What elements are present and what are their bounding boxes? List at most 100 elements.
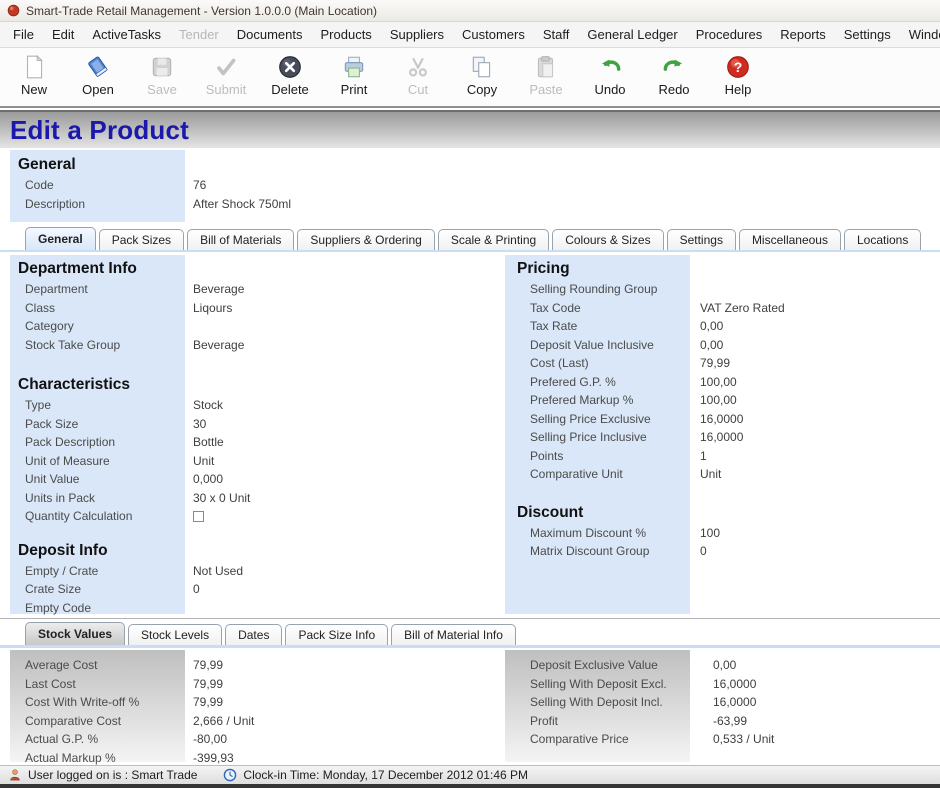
tax-rate-field[interactable]: 0,00 [700, 319, 723, 333]
department-field[interactable]: Beverage [193, 282, 244, 296]
tab-general[interactable]: General [25, 227, 96, 250]
toolbar-button-label: Save [147, 82, 177, 97]
stock-values-content: Average Cost 79,99 Last Cost 79,99 Cost … [0, 648, 940, 764]
print-button[interactable]: Print [322, 48, 386, 106]
tab-settings[interactable]: Settings [667, 229, 736, 250]
row-cost-last: Cost (Last) 79,99 [505, 354, 940, 373]
class-field[interactable]: Liqours [193, 301, 232, 315]
pack-size-field[interactable]: 30 [193, 417, 206, 431]
general-tab-content: Department Info Department Beverage Clas… [0, 252, 940, 618]
tab-locations[interactable]: Locations [844, 229, 921, 250]
clock-icon [223, 768, 237, 782]
tab-stock-levels[interactable]: Stock Levels [128, 624, 222, 645]
main-tab-bar: General Pack Sizes Bill of Materials Sup… [0, 227, 940, 250]
help-button[interactable]: ? Help [706, 48, 770, 106]
menu-products[interactable]: Products [312, 22, 381, 47]
tab-stock-values[interactable]: Stock Values [25, 622, 125, 645]
menu-customers[interactable]: Customers [453, 22, 534, 47]
general-heading: General [0, 154, 940, 176]
field-label: Type [25, 398, 193, 412]
menu-suppliers[interactable]: Suppliers [381, 22, 453, 47]
empty-crate-field[interactable]: Not Used [193, 564, 243, 578]
tab-suppliers-ordering[interactable]: Suppliers & Ordering [297, 229, 434, 250]
menu-reports[interactable]: Reports [771, 22, 835, 47]
menu-edit[interactable]: Edit [43, 22, 83, 47]
row-tax-code: Tax Code VAT Zero Rated [505, 299, 940, 318]
deposit-exclusive-value: 0,00 [713, 658, 736, 672]
field-label: Average Cost [25, 658, 193, 672]
comparative-unit-field[interactable]: Unit [700, 467, 721, 481]
comparative-cost-value: 2,666 / Unit [193, 714, 254, 728]
field-label: Deposit Value Inclusive [530, 338, 700, 352]
open-button[interactable]: Open [66, 48, 130, 106]
menu-bar: File Edit ActiveTasks Tender Documents P… [0, 22, 940, 48]
code-field[interactable]: 76 [193, 178, 206, 192]
menu-general-ledger[interactable]: General Ledger [578, 22, 686, 47]
selling-with-deposit-excl-value: 16,0000 [713, 677, 756, 691]
menu-file[interactable]: File [4, 22, 43, 47]
selling-price-exclusive-field[interactable]: 16,0000 [700, 412, 743, 426]
selling-price-inclusive-field[interactable]: 16,0000 [700, 430, 743, 444]
copy-button[interactable]: Copy [450, 48, 514, 106]
redo-button[interactable]: Redo [642, 48, 706, 106]
tab-pack-sizes[interactable]: Pack Sizes [99, 229, 184, 250]
row-comparative-unit: Comparative Unit Unit [505, 465, 940, 484]
field-label: Prefered G.P. % [530, 375, 700, 389]
row-units-in-pack: Units in Pack 30 x 0 Unit [0, 489, 500, 508]
tab-dates[interactable]: Dates [225, 624, 282, 645]
crate-size-field[interactable]: 0 [193, 582, 200, 596]
menu-staff[interactable]: Staff [534, 22, 579, 47]
field-label: Pack Size [25, 417, 193, 431]
deposit-value-inclusive-field[interactable]: 0,00 [700, 338, 723, 352]
menu-activetasks[interactable]: ActiveTasks [83, 22, 170, 47]
maximum-discount-field[interactable]: 100 [700, 526, 720, 540]
tab-scale-printing[interactable]: Scale & Printing [438, 229, 549, 250]
bottom-tab-bar: Stock Values Stock Levels Dates Pack Siz… [0, 618, 940, 645]
cost-last-field[interactable]: 79,99 [700, 356, 730, 370]
new-button[interactable]: New [2, 48, 66, 106]
tab-bill-of-material-info[interactable]: Bill of Material Info [391, 624, 516, 645]
stock-take-group-field[interactable]: Beverage [193, 338, 244, 352]
row-selling-price-inclusive: Selling Price Inclusive 16,0000 [505, 428, 940, 447]
field-label: Code [25, 178, 193, 192]
menu-documents[interactable]: Documents [228, 22, 312, 47]
units-in-pack-field[interactable]: 30 x 0 Unit [193, 491, 250, 505]
delete-button[interactable]: Delete [258, 48, 322, 106]
field-label: Cost (Last) [530, 356, 700, 370]
field-label: Tax Code [530, 301, 700, 315]
type-field[interactable]: Stock [193, 398, 223, 412]
row-average-cost: Average Cost 79,99 [0, 656, 500, 675]
tab-bill-of-materials[interactable]: Bill of Materials [187, 229, 294, 250]
row-points: Points 1 [505, 447, 940, 466]
toolbar-button-label: Cut [408, 82, 428, 97]
field-label: Last Cost [25, 677, 193, 691]
field-label: Empty Code [25, 601, 193, 615]
row-crate-size: Crate Size 0 [0, 580, 500, 599]
row-stock-take-group: Stock Take Group Beverage [0, 336, 500, 355]
menu-window[interactable]: Window [900, 22, 940, 47]
matrix-discount-group-field[interactable]: 0 [700, 544, 707, 558]
user-icon [8, 768, 22, 782]
actual-gp-value: -80,00 [193, 732, 227, 746]
points-field[interactable]: 1 [700, 449, 707, 463]
row-category: Category [0, 317, 500, 336]
last-cost-value: 79,99 [193, 677, 223, 691]
prefered-gp-field[interactable]: 100,00 [700, 375, 737, 389]
tab-pack-size-info[interactable]: Pack Size Info [285, 624, 388, 645]
menu-procedures[interactable]: Procedures [687, 22, 771, 47]
menu-tender: Tender [170, 22, 228, 47]
unit-value-field[interactable]: 0,000 [193, 472, 223, 486]
field-label: Stock Take Group [25, 338, 193, 352]
toolbar-button-label: Paste [529, 82, 562, 97]
undo-button[interactable]: Undo [578, 48, 642, 106]
tab-colours-sizes[interactable]: Colours & Sizes [552, 229, 663, 250]
menu-settings[interactable]: Settings [835, 22, 900, 47]
unit-of-measure-field[interactable]: Unit [193, 454, 214, 468]
pack-description-field[interactable]: Bottle [193, 435, 224, 449]
quantity-calculation-checkbox[interactable] [193, 511, 204, 522]
tab-miscellaneous[interactable]: Miscellaneous [739, 229, 841, 250]
prefered-markup-field[interactable]: 100,00 [700, 393, 737, 407]
description-field[interactable]: After Shock 750ml [193, 197, 291, 211]
tax-code-field[interactable]: VAT Zero Rated [700, 301, 785, 315]
field-label: Prefered Markup % [530, 393, 700, 407]
